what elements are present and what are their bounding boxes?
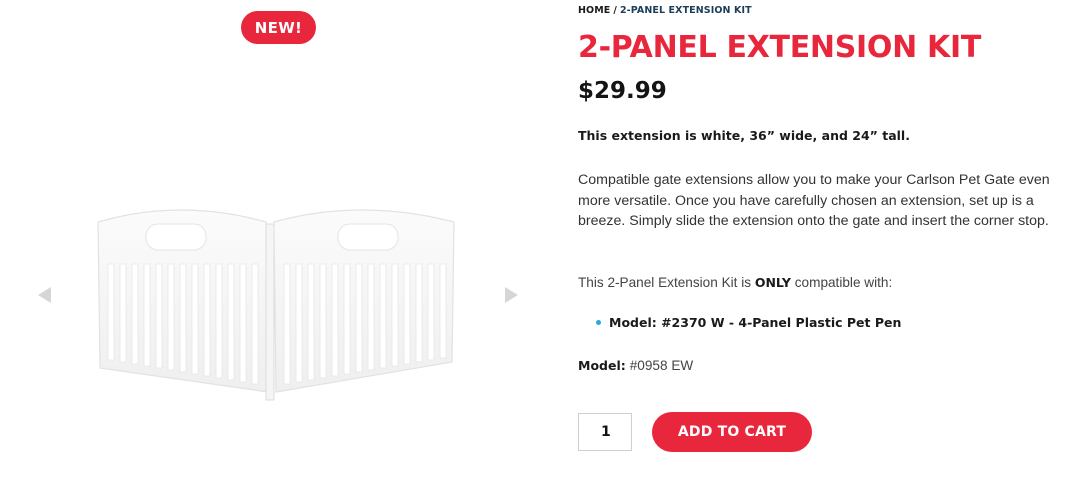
gallery-next-button[interactable] bbox=[500, 284, 522, 306]
model-number: Model: #0958 EW bbox=[578, 358, 693, 373]
product-summary: This extension is white, 36” wide, and 2… bbox=[578, 128, 910, 143]
product-image bbox=[97, 209, 455, 401]
breadcrumb: HOME/2-PANEL EXTENSION KIT bbox=[578, 5, 752, 16]
breadcrumb-home-link[interactable]: HOME bbox=[578, 5, 610, 16]
product-gallery: NEW! bbox=[0, 0, 560, 482]
compatible-model-text: Model: #2370 W - 4-Panel Plastic Pet Pen bbox=[609, 315, 902, 330]
compatible-models-list: Model: #2370 W - 4-Panel Plastic Pet Pen bbox=[596, 315, 901, 330]
model-label: Model: bbox=[578, 358, 626, 373]
product-description: Compatible gate extensions allow you to … bbox=[578, 172, 1050, 229]
breadcrumb-separator: / bbox=[613, 5, 617, 16]
product-title: 2-PANEL EXTENSION KIT bbox=[578, 30, 982, 65]
breadcrumb-current: 2-PANEL EXTENSION KIT bbox=[619, 5, 752, 16]
compat-prefix: This 2-Panel Extension Kit is bbox=[578, 275, 755, 290]
product-price: $29.99 bbox=[578, 78, 667, 104]
quantity-input[interactable] bbox=[578, 413, 632, 451]
compat-suffix: compatible with: bbox=[790, 275, 893, 290]
gallery-prev-button[interactable] bbox=[34, 284, 56, 306]
compatible-model-item: Model: #2370 W - 4-Panel Plastic Pet Pen bbox=[596, 315, 901, 330]
compatibility-note: This 2-Panel Extension Kit is ONLY compa… bbox=[578, 275, 892, 290]
compat-emphasis: ONLY bbox=[754, 275, 791, 290]
model-value: #0958 EW bbox=[629, 358, 694, 373]
triangle-left-icon bbox=[38, 287, 51, 303]
add-to-cart-button[interactable]: ADD TO CART bbox=[652, 412, 812, 452]
triangle-right-icon bbox=[505, 287, 518, 303]
new-badge: NEW! bbox=[241, 11, 316, 44]
bullet-icon bbox=[596, 320, 601, 325]
